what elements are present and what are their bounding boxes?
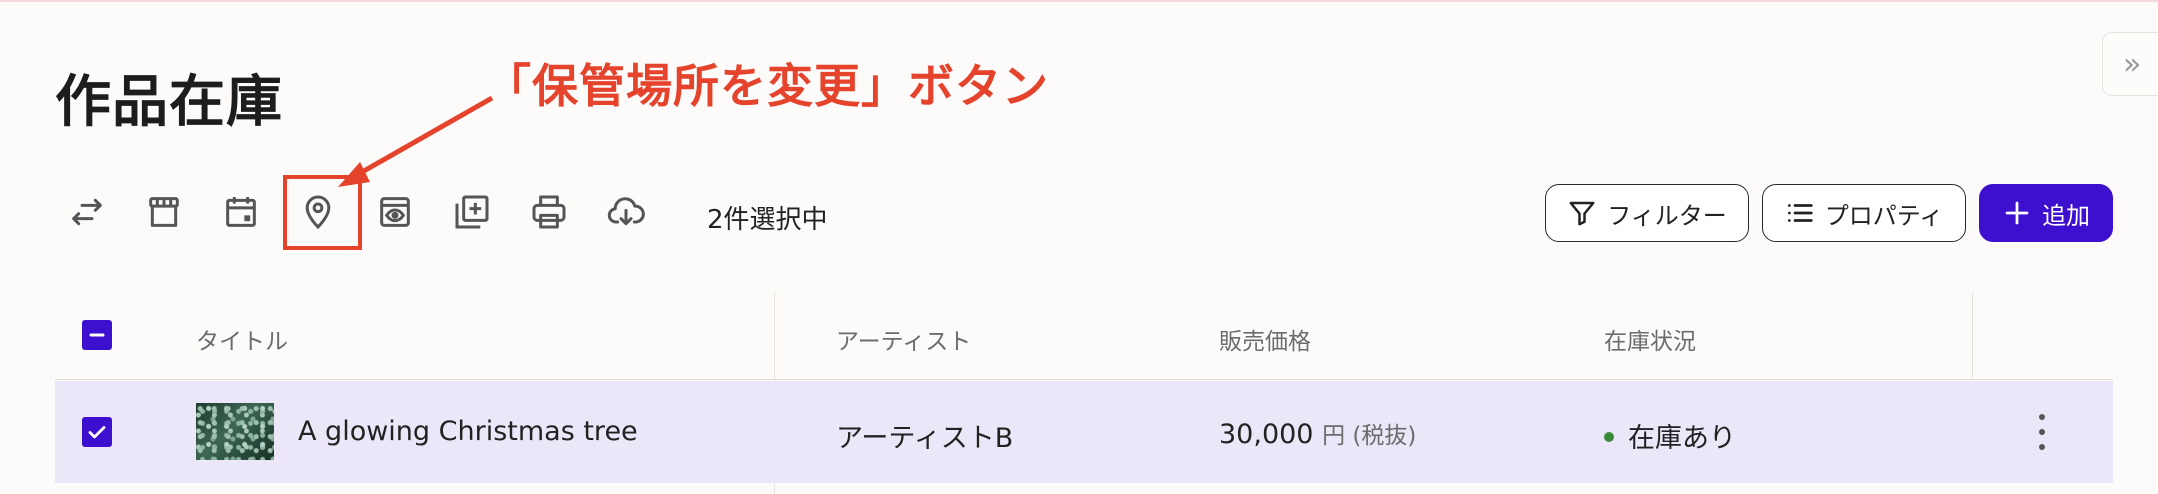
print-icon[interactable] bbox=[525, 188, 573, 236]
artwork-thumbnail[interactable] bbox=[196, 403, 274, 460]
double-chevron-right-icon: » bbox=[2123, 46, 2142, 82]
filter-button[interactable]: フィルター bbox=[1545, 184, 1749, 242]
row-price-value: 30,000 bbox=[1219, 419, 1314, 450]
table-row[interactable]: A glowing Christmas tree アーティストB 30,000 … bbox=[55, 381, 2113, 483]
row-more-menu-icon[interactable] bbox=[2030, 414, 2054, 450]
select-all-checkbox[interactable] bbox=[82, 320, 112, 350]
row-price: 30,000 円 (税抜) bbox=[1219, 416, 1416, 450]
column-header-artist[interactable]: アーティスト bbox=[836, 322, 971, 356]
column-header-stock[interactable]: 在庫状況 bbox=[1604, 322, 1696, 356]
row-stock-status: 在庫あり bbox=[1604, 416, 1736, 455]
row-stock-label: 在庫あり bbox=[1628, 423, 1736, 454]
swap-arrows-icon[interactable] bbox=[63, 188, 111, 236]
expand-panel-button[interactable]: » bbox=[2102, 32, 2158, 96]
checkmark-icon bbox=[88, 426, 106, 439]
column-divider bbox=[1972, 292, 1973, 380]
filter-button-label: フィルター bbox=[1607, 201, 1727, 230]
calendar-icon[interactable] bbox=[217, 188, 265, 236]
properties-button[interactable]: プロパティ bbox=[1762, 184, 1966, 242]
list-icon bbox=[1787, 204, 1813, 222]
location-pin-icon[interactable] bbox=[294, 188, 342, 236]
row-checkbox[interactable] bbox=[82, 417, 112, 447]
preview-eye-icon[interactable] bbox=[371, 188, 419, 236]
selection-count: 2件選択中 bbox=[707, 205, 828, 235]
row-artist: アーティストB bbox=[836, 423, 1014, 454]
cloud-download-icon[interactable] bbox=[602, 188, 650, 236]
page-title: 作品在庫 bbox=[55, 70, 283, 135]
annotation-label: 「保管場所を変更」ボタン bbox=[485, 59, 1049, 113]
properties-button-label: プロパティ bbox=[1824, 201, 1944, 230]
column-header-price[interactable]: 販売価格 bbox=[1219, 322, 1311, 356]
indeterminate-icon bbox=[89, 333, 105, 337]
table-header: タイトル アーティスト 販売価格 在庫状況 bbox=[55, 292, 2113, 380]
filter-icon bbox=[1569, 201, 1595, 226]
add-button-label: 追加 bbox=[2042, 201, 2090, 230]
storefront-icon[interactable] bbox=[140, 188, 188, 236]
row-title[interactable]: A glowing Christmas tree bbox=[298, 416, 638, 447]
column-header-title[interactable]: タイトル bbox=[196, 322, 288, 356]
status-dot bbox=[1604, 431, 1614, 442]
plus-icon bbox=[2005, 201, 2029, 225]
add-to-collection-icon[interactable] bbox=[448, 188, 496, 236]
row-price-unit: 円 (税抜) bbox=[1322, 423, 1417, 449]
add-button[interactable]: 追加 bbox=[1979, 184, 2113, 242]
